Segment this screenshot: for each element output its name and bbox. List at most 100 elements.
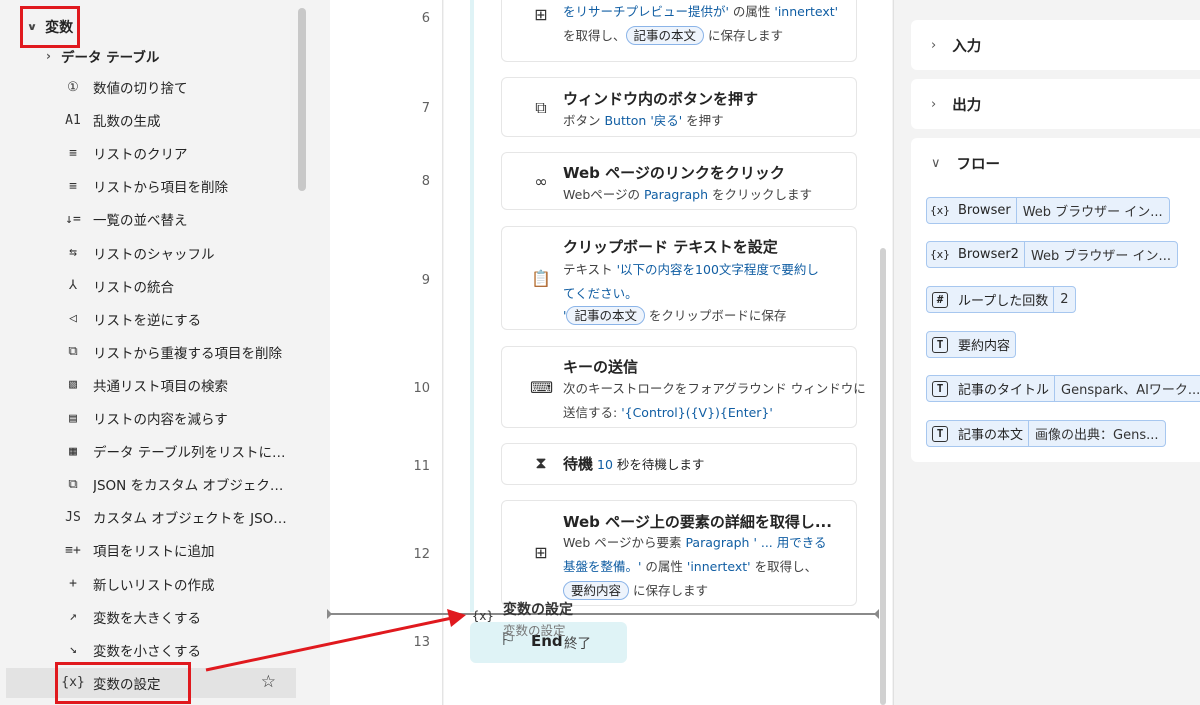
action-label: リストの内容を減らす	[93, 412, 228, 428]
variable-name: 記事のタイトル	[958, 383, 1050, 398]
flow-section-header[interactable]: ∨ フロー	[931, 151, 1000, 175]
action-detail-segment: 次のキーストロークをフォアグラウンド ウィンドウに	[563, 381, 866, 396]
action-detail-segment: 'innertext'	[774, 4, 839, 19]
action-detail-segment: '以下の内容を100文字程度で要約し	[616, 262, 819, 277]
output-variables-section[interactable]: › 出力	[911, 79, 1200, 129]
action-title-text: キーの送信	[563, 358, 639, 376]
flow-variable-chip[interactable]: {x} Browser2 Web ブラウザー イン...	[926, 241, 1178, 268]
action-detail-segment: に保存します	[629, 583, 708, 598]
flow-variable-chip[interactable]: # ループした回数 2	[926, 286, 1076, 313]
flow-action-card[interactable]: ⌨ キーの送信 次のキーストロークをフォアグラウンド ウィンドウに 送信する: '{C…	[501, 346, 866, 428]
action-label: 変数を大きくする	[93, 610, 201, 627]
flow-variable-chip[interactable]: {x} Browser Web ブラウザー イン...	[926, 197, 1170, 224]
line-number: 7	[421, 101, 430, 116]
action-detail-line: Web ページから要素 Paragraph ' ... 用できる	[563, 532, 827, 551]
action-label: リストのシャッフル	[93, 246, 215, 263]
action-detail-segment: ボタン	[563, 113, 605, 128]
action-item[interactable]: ① 数値の切り捨て	[54, 72, 304, 102]
actions-scrollbar[interactable]	[298, 8, 306, 191]
action-item[interactable]: ◁ リストを逆にする	[54, 304, 304, 334]
action-icon: ∞	[534, 172, 548, 191]
action-title: 待機 10 秒を待機します	[563, 453, 704, 474]
action-item[interactable]: ⇆ リストのシャッフル	[54, 238, 304, 268]
variable-value: Web ブラウザー イン...	[1023, 242, 1177, 267]
action-item[interactable]: ≡ リストから項目を削除	[54, 171, 304, 201]
action-title: クリップボード テキストを設定	[563, 236, 778, 257]
action-item[interactable]: ≡+ 項目をリストに追加	[54, 535, 304, 565]
type-glyph: T	[932, 425, 948, 442]
action-item[interactable]: JS カスタム オブジェクトを JSON に...	[54, 502, 304, 532]
action-title-text: Web ページ上の要素の詳細を取得し...	[563, 513, 832, 531]
subcategory-data-table[interactable]: › データ テーブル	[46, 45, 159, 67]
action-label: 数値の切り捨て	[93, 81, 188, 97]
action-icon: ⊞	[534, 543, 548, 562]
action-icon: ▤	[69, 410, 77, 426]
drag-ghost-title: 変数の設定	[503, 602, 573, 618]
line-number: 10	[413, 381, 430, 396]
variable-token: 記事の本文	[566, 306, 645, 325]
action-icon: ↘	[69, 642, 77, 658]
number-icon: #	[927, 287, 953, 312]
action-label: 乱数の生成	[93, 114, 161, 131]
action-item[interactable]: ≡ リストのクリア	[54, 138, 304, 168]
action-icon: ≡	[69, 145, 77, 161]
flow-action-card[interactable]: ⧗ 待機 10 秒を待機します	[501, 443, 857, 485]
action-item[interactable]: ↓= 一覧の並べ替え	[54, 204, 304, 234]
action-item[interactable]: ▦ データ テーブル列をリストに取得	[54, 436, 304, 466]
action-detail-segment: '{Control}({V}){Enter}'	[621, 405, 773, 420]
action-item[interactable]: ▤ リストの内容を減らす	[54, 403, 304, 433]
action-item[interactable]: ⧉ JSON をカスタム オブジェクトに変...	[54, 469, 304, 499]
flow-action-card[interactable]: ⊞ をリサーチプレビュー提供が' の属性 'innertext' を取得し、 記事の本…	[501, 0, 857, 62]
action-detail-segment: 'innertext'	[686, 559, 751, 574]
action-title: キーの送信	[563, 356, 638, 377]
action-detail-segment: をリサーチプレビュー提供が'	[563, 4, 729, 19]
output-section-label: 出力	[952, 97, 982, 114]
chevron-right-icon: ›	[931, 37, 937, 53]
action-title-text: クリップボード テキストを設定	[563, 238, 778, 256]
flow-scrollbar[interactable]	[880, 248, 886, 705]
action-item[interactable]: + 新しいリストの作成	[54, 569, 304, 599]
flow-action-card[interactable]: ⧉ ウィンドウ内のボタンを押す ボタン Button '戻る' を押す	[501, 77, 857, 137]
action-item[interactable]: ⅄ リストの統合	[54, 271, 304, 301]
action-item[interactable]: A1 乱数の生成	[54, 105, 304, 135]
drop-indicator-left-cap	[327, 609, 332, 619]
action-detail-line: を取得し、 記事の本文 に保存します	[563, 25, 783, 45]
flow-variable-chip[interactable]: T 要約内容	[926, 331, 1017, 358]
variable-name: ループした回数	[958, 294, 1049, 309]
action-icon: ⅄	[69, 278, 77, 294]
action-icon: ⧉	[68, 476, 78, 492]
action-icon: ≡	[69, 178, 77, 194]
variable-token: 記事の本文	[625, 26, 705, 45]
input-variables-section[interactable]: › 入力	[911, 20, 1200, 70]
drop-indicator-right-cap	[874, 609, 879, 619]
action-item[interactable]: ↗ 変数を大きくする	[54, 602, 304, 632]
variable-icon: {x}	[472, 609, 494, 623]
action-detail-line: Webページの Paragraph をクリックします	[563, 184, 812, 203]
type-glyph: T	[932, 336, 948, 353]
action-icon: ≡+	[65, 542, 81, 558]
favorite-star-icon[interactable]: ☆	[261, 672, 276, 692]
action-icon: ⇆	[69, 245, 77, 260]
action-detail-segment: 基盤を整備。'	[563, 559, 642, 574]
flow-variable-chip[interactable]: T 記事の本文 画像の出典：Gens...	[926, 420, 1166, 447]
action-detail-segment: テキスト	[563, 262, 617, 277]
drop-indicator-line	[330, 613, 878, 615]
action-label: リストの統合	[93, 279, 174, 296]
action-item[interactable]: ⧉ リストから重複する項目を削除	[54, 337, 304, 367]
text-icon: T	[927, 332, 953, 357]
action-detail-segment: Paragraph ' ... 用できる	[685, 535, 827, 550]
action-item[interactable]: ↘ 変数を小さくする	[54, 635, 304, 665]
flow-action-card[interactable]: 📋 クリップボード テキストを設定 テキスト '以下の内容を100文字程度で要約して…	[501, 226, 857, 330]
action-item[interactable]: ▧ 共通リスト項目の検索	[54, 370, 304, 400]
action-icon: ⊞	[534, 5, 548, 24]
variable-value: 2	[1053, 287, 1074, 312]
line-number: 6	[421, 11, 430, 26]
action-icon: ◁	[69, 311, 77, 327]
highlight-box-category	[20, 6, 80, 48]
flow-variable-chip[interactable]: T 記事のタイトル Genspark、AIワーク...	[926, 375, 1200, 402]
flow-action-card[interactable]: ⊞ Web ページ上の要素の詳細を取得し... Web ページから要素 Paragr…	[501, 500, 857, 606]
action-detail-segment: をクリックします	[708, 187, 812, 202]
action-label: 項目をリストに追加	[93, 544, 215, 561]
flow-action-card[interactable]: ∞ Web ページのリンクをクリック Webページの Paragraph をクリック…	[501, 152, 857, 210]
actions-pane: ∨ 変数 › データ テーブル ① 数値の切り捨て A1 乱数の生成 ≡ リストのクリア ≡…	[0, 0, 310, 705]
